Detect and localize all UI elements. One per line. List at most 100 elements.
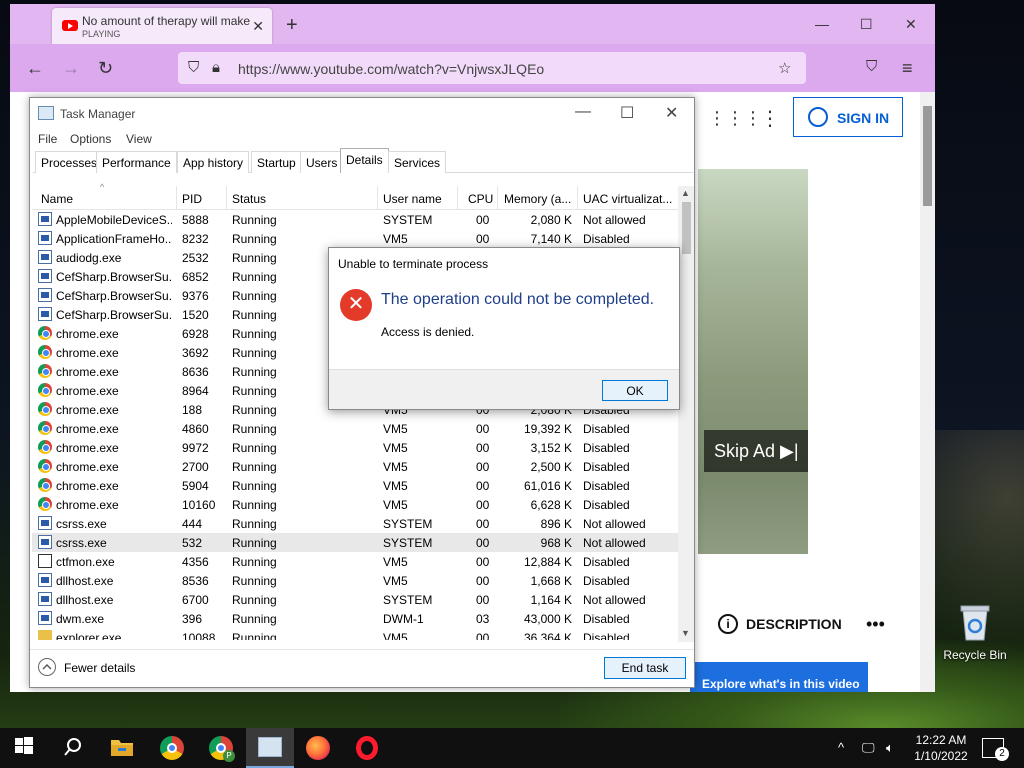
chevron-up-icon[interactable] <box>38 658 56 676</box>
cell-user: SYSTEM <box>383 593 433 607</box>
process-row[interactable]: csrss.exe 532 Running SYSTEM 00 968 K Not allo… <box>32 533 678 552</box>
process-row[interactable]: explorer.exe 10088 Running VM5 00 36,364 K Dis… <box>32 628 678 640</box>
process-row[interactable]: csrss.exe 444 Running SYSTEM 00 896 K Not allo… <box>32 514 678 533</box>
chrome-icon[interactable] <box>160 736 184 760</box>
cell-cpu: 00 <box>476 479 490 493</box>
forward-button[interactable]: → <box>62 58 80 79</box>
page-scrollbar[interactable] <box>920 92 935 692</box>
chevron-up-tray-icon[interactable]: ^ <box>838 740 844 755</box>
back-button[interactable]: ← <box>26 58 44 79</box>
chrome-profile-icon[interactable]: P <box>209 736 235 762</box>
menu-options[interactable]: Options <box>70 132 111 146</box>
tab-app-history[interactable]: App history <box>177 151 250 173</box>
windows-start-icon[interactable] <box>14 736 38 760</box>
shield-icon[interactable]: ⛉ <box>188 59 199 76</box>
network-icon[interactable]: 🖵︎ <box>862 740 875 756</box>
cell-memory: 1,668 K <box>530 574 572 588</box>
tm-minimize-button[interactable]: — <box>575 103 591 121</box>
tab-details[interactable]: Details <box>340 148 389 173</box>
lock-icon[interactable]: 🔒︎ <box>212 59 220 76</box>
process-row[interactable]: chrome.exe 4860 Running VM5 00 19,392 K Disabl… <box>32 419 678 438</box>
page-scrollbar-thumb[interactable] <box>923 106 932 206</box>
recycle-bin[interactable]: Recycle Bin <box>938 600 1012 670</box>
task-manager-titlebar[interactable]: Task Manager — ☐ ✕ <box>30 98 694 128</box>
tab-startup[interactable]: Startup <box>251 151 302 173</box>
ok-button[interactable]: OK <box>602 380 668 401</box>
new-tab-button[interactable]: + <box>286 14 298 37</box>
cell-status: Running <box>232 460 277 474</box>
application-icon <box>38 516 52 530</box>
cell-name: chrome.exe <box>56 460 119 474</box>
close-tab-icon[interactable]: ✕ <box>252 18 264 35</box>
process-row[interactable]: chrome.exe 9972 Running VM5 00 3,152 K Disable… <box>32 438 678 457</box>
menu-file[interactable]: File <box>38 132 57 146</box>
tm-maximize-button[interactable]: ☐ <box>620 103 634 123</box>
cell-pid: 5904 <box>182 479 209 493</box>
description-tab[interactable]: DESCRIPTION <box>746 616 842 632</box>
cell-memory: 43,000 K <box>523 612 572 626</box>
process-row[interactable]: ApplicationFrameHo... 8232 Running VM5 00 7,1… <box>32 229 678 248</box>
process-row[interactable]: dwm.exe 396 Running DWM-1 03 43,000 K Disabled <box>32 609 678 628</box>
apps-grid-icon[interactable]: ⋮⋮⋮ <box>708 108 762 129</box>
cell-status: Running <box>232 555 277 569</box>
scroll-up-icon[interactable]: ▲ <box>681 188 690 198</box>
firefox-icon[interactable] <box>306 736 330 760</box>
process-row[interactable]: AppleMobileDeviceS... 5888 Running SYSTEM 00… <box>32 210 678 229</box>
more-options-icon[interactable]: ⋮ <box>760 106 780 131</box>
end-task-button[interactable]: End task <box>604 657 686 679</box>
col-pid[interactable]: PID <box>182 192 202 206</box>
cell-user: VM5 <box>383 422 408 436</box>
clock[interactable]: 12:22 AM 1/10/2022 <box>912 732 970 764</box>
process-list-scrollbar-thumb[interactable] <box>682 202 691 254</box>
reload-button[interactable]: ↻ <box>98 58 113 79</box>
sign-in-button[interactable]: SIGN IN <box>793 97 903 137</box>
scroll-down-icon[interactable]: ▼ <box>681 628 690 638</box>
menu-view[interactable]: View <box>126 132 152 146</box>
process-row[interactable]: chrome.exe 10160 Running VM5 00 6,628 K Disabl… <box>32 495 678 514</box>
cell-pid: 8536 <box>182 574 209 588</box>
menu-icon[interactable]: ≡ <box>902 58 913 79</box>
tab-performance[interactable]: Performance <box>96 151 177 173</box>
more-horiz-icon[interactable]: ••• <box>866 614 885 635</box>
cell-status: Running <box>232 441 277 455</box>
tab-processes[interactable]: Processes <box>35 151 104 173</box>
process-row[interactable]: ctfmon.exe 4356 Running VM5 00 12,884 K Disabl… <box>32 552 678 571</box>
browser-tab[interactable]: No amount of therapy will make PLAYING ✕ <box>52 8 272 44</box>
address-bar[interactable]: ⛉ 🔒︎ https://www.youtube.com/watch?v=Vnj… <box>178 52 806 84</box>
search-icon[interactable] <box>62 736 86 760</box>
minimize-button[interactable]: — <box>815 16 829 32</box>
process-row[interactable]: dllhost.exe 6700 Running SYSTEM 00 1,164 K Not… <box>32 590 678 609</box>
file-explorer-icon[interactable] <box>110 736 134 760</box>
col-uac[interactable]: UAC virtualizat... <box>583 192 672 206</box>
task-manager-taskbar-button[interactable] <box>246 728 294 768</box>
video-player[interactable] <box>698 169 808 554</box>
col-cpu[interactable]: CPU <box>468 192 493 206</box>
process-row[interactable]: chrome.exe 5904 Running VM5 00 61,016 K Disabl… <box>32 476 678 495</box>
process-list-scrollbar[interactable]: ▲ ▼ <box>678 186 694 642</box>
folder-icon <box>38 630 52 640</box>
cell-cpu: 00 <box>476 631 490 640</box>
bookmark-star-icon[interactable]: ☆ <box>778 59 791 77</box>
task-manager-footer: Fewer details End task <box>30 649 694 687</box>
notifications-icon[interactable]: 2 <box>982 738 1009 761</box>
col-user-name[interactable]: User name <box>383 192 442 206</box>
close-window-button[interactable]: ✕ <box>905 16 917 33</box>
col-memory[interactable]: Memory (a... <box>504 192 571 206</box>
cell-user: SYSTEM <box>383 213 433 227</box>
tab-users[interactable]: Users <box>300 151 344 173</box>
process-row[interactable]: dllhost.exe 8536 Running VM5 00 1,668 K Disabl… <box>32 571 678 590</box>
skip-ad-button[interactable]: Skip Ad ▶| <box>704 430 808 472</box>
volume-icon[interactable]: 🔈︎ <box>886 740 894 756</box>
col-name[interactable]: Name <box>41 192 73 206</box>
tab-services[interactable]: Services <box>388 151 447 173</box>
fewer-details-link[interactable]: Fewer details <box>64 661 135 675</box>
tm-close-button[interactable]: ✕ <box>665 103 678 123</box>
url-text[interactable]: https://www.youtube.com/watch?v=VnjwsxJL… <box>238 61 544 77</box>
explore-video-banner[interactable]: Explore what's in this video <box>690 662 868 692</box>
info-icon: i <box>718 614 738 634</box>
pocket-icon[interactable]: ⛉ <box>866 58 877 75</box>
maximize-button[interactable]: ☐ <box>860 16 873 33</box>
process-row[interactable]: chrome.exe 2700 Running VM5 00 2,500 K Disable… <box>32 457 678 476</box>
col-status[interactable]: Status <box>232 192 266 206</box>
opera-icon[interactable] <box>356 736 380 760</box>
